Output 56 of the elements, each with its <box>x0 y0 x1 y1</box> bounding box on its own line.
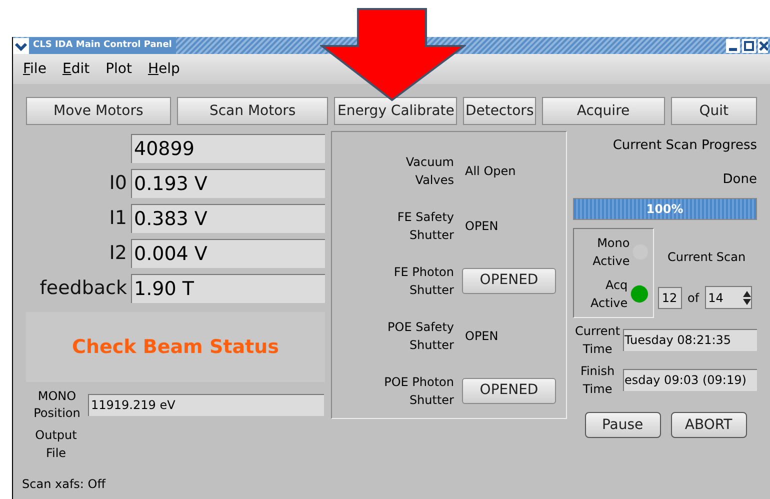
scan-total-spinbox[interactable]: 14 <box>705 286 752 309</box>
reading-field: 0.004 V <box>131 239 325 268</box>
menu-item[interactable]: Help <box>148 58 180 80</box>
toolbar-button[interactable]: Detectors <box>463 97 536 125</box>
action-button[interactable]: ABORT <box>670 412 747 438</box>
status-text: Scan xafs: Off <box>22 476 106 493</box>
shutter-label: Vacuum Valves <box>404 154 454 190</box>
indicator-label: Mono Active <box>592 235 630 270</box>
current-scan-label: Current Scan <box>668 249 747 266</box>
current-time-label: Current Time <box>574 323 622 358</box>
current-time-field: Tuesday 08:21:35 <box>622 329 757 351</box>
close-icon[interactable] <box>758 38 768 52</box>
shutter-label: FE Photon Shutter <box>392 264 454 299</box>
reading-label: I1 <box>108 206 128 232</box>
menu-item[interactable]: Plot <box>106 58 132 80</box>
of-label: of <box>688 290 700 306</box>
reading-label: I0 <box>108 171 128 196</box>
reading-label: feedback <box>38 276 128 302</box>
finish-time-field: esday 09:03 (09:19) <box>622 369 757 391</box>
toolbar-button[interactable]: Move Motors <box>26 97 171 125</box>
minimize-icon[interactable] <box>726 38 740 52</box>
finish-time-label: Finish Time <box>579 363 616 398</box>
shutter-status: OPEN <box>465 328 498 345</box>
shutter-button[interactable]: OPENED <box>462 268 556 294</box>
toolbar-button[interactable]: Energy Calibrate <box>334 97 458 125</box>
shutter-button[interactable]: OPENED <box>462 378 556 404</box>
toolbar-button[interactable]: Acquire <box>542 97 665 125</box>
progress-reading: 100% <box>645 201 684 218</box>
indicator-label: Acq Active <box>590 277 628 312</box>
toolbar-button[interactable]: Scan Motors <box>176 97 328 125</box>
pointer-arrow-icon <box>320 8 466 102</box>
shutter-status: OPEN <box>465 218 498 236</box>
scan-index-field: 12 <box>658 286 682 308</box>
mono-position-field: 11919.219 eV <box>88 394 324 416</box>
reading-field: 40899 <box>131 134 325 163</box>
window-menu-icon[interactable] <box>13 38 29 54</box>
toolbar-button[interactable]: Quit <box>670 97 758 125</box>
output-file-label: Output File <box>34 427 78 462</box>
maximize-icon[interactable] <box>742 38 756 52</box>
reading-label: I2 <box>108 241 128 266</box>
progress-status: Done <box>722 170 757 188</box>
shutter-status: All Open <box>465 163 516 180</box>
shutter-label: FE Safety Shutter <box>396 209 454 244</box>
reading-field: 0.193 V <box>131 169 325 198</box>
menu-item[interactable]: File <box>23 58 46 80</box>
window-title: CLS IDA Main Control Panel <box>29 37 176 54</box>
menu-item[interactable]: Edit <box>62 58 90 80</box>
shutter-label: POE Safety Shutter <box>386 318 454 354</box>
progress-title: Current Scan Progress <box>612 137 757 155</box>
mono-position-label: MONO Position <box>32 388 82 422</box>
shutter-label: POE Photon Shutter <box>383 374 454 409</box>
beam-status-text: Check Beam Status <box>72 334 279 360</box>
reading-field: 0.383 V <box>131 204 325 233</box>
action-button[interactable]: Pause <box>584 412 661 438</box>
reading-field: 1.90 T <box>131 274 325 303</box>
spin-arrows-icon[interactable] <box>743 290 752 306</box>
